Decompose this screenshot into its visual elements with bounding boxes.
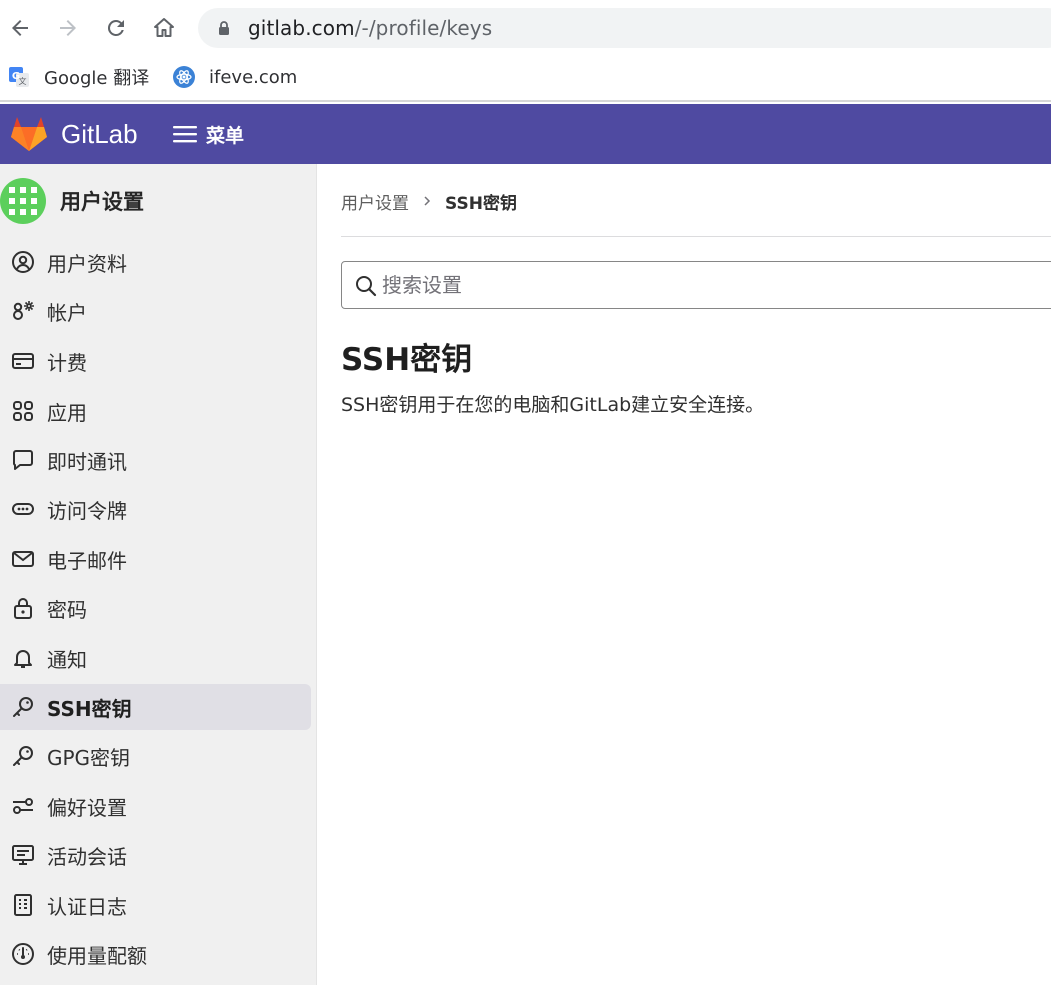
envelope-icon <box>12 551 34 567</box>
sidebar-item-gpg-keys[interactable]: GPG密钥 <box>0 733 311 779</box>
reload-icon <box>107 19 124 36</box>
gitlab-header: GitLab 菜单 <box>0 104 1051 164</box>
browser-toolbar: gitlab.com/-/profile/keys <box>0 0 1051 56</box>
address-bar[interactable]: gitlab.com/-/profile/keys <box>198 8 1051 48</box>
bell-icon <box>14 650 32 668</box>
avatar <box>0 178 46 224</box>
sidebar-item-label: 认证日志 <box>47 894 127 919</box>
account-gear-icon <box>13 301 34 320</box>
monitor-icon <box>12 845 34 865</box>
sidebar-item-profile[interactable]: 用户资料 <box>0 239 311 285</box>
lock-icon <box>14 598 32 619</box>
breadcrumb-divider <box>341 236 1051 237</box>
sidebar-item-ssh-keys[interactable]: SSH密钥 <box>0 684 311 730</box>
google-translate-icon: G 文 <box>9 67 29 87</box>
sidebar-item-label: GPG密钥 <box>47 745 131 770</box>
sidebar-title: 用户设置 <box>60 190 144 214</box>
credit-card-icon <box>12 353 34 369</box>
bookmark-google-translate[interactable]: G 文 Google 翻译 <box>8 64 149 90</box>
key-icon <box>13 746 33 766</box>
breadcrumb: 用户设置 SSH密钥 <box>341 188 517 214</box>
url-text: gitlab.com/-/profile/keys <box>248 16 492 40</box>
sidebar-item-billing[interactable]: 计费 <box>0 338 311 384</box>
gitlab-logo-icon[interactable] <box>10 116 48 152</box>
home-icon <box>154 18 174 37</box>
menu-button[interactable]: 菜单 <box>172 117 244 151</box>
sidebar-item-applications[interactable]: 应用 <box>0 388 311 434</box>
forward-arrow-icon <box>60 20 76 36</box>
home-button[interactable] <box>144 8 184 48</box>
settings-search-box[interactable] <box>341 261 1051 309</box>
breadcrumb-user-settings[interactable]: 用户设置 <box>341 189 409 214</box>
bookmark-label: Google 翻译 <box>44 68 150 89</box>
sidebar-item-label: 即时通讯 <box>47 449 127 474</box>
sidebar-item-label: 使用量配额 <box>47 943 147 968</box>
gauge-icon <box>12 943 34 965</box>
key-icon <box>13 697 33 717</box>
sidebar-item-account[interactable]: 帐户 <box>0 288 311 334</box>
sidebar-item-emails[interactable]: 电子邮件 <box>0 536 311 582</box>
user-circle-icon <box>12 251 34 273</box>
sidebar-item-label: 偏好设置 <box>47 795 127 820</box>
sidebar-item-label: 密码 <box>47 597 87 622</box>
breadcrumb-ssh-keys[interactable]: SSH密钥 <box>445 189 517 214</box>
sidebar-header[interactable]: 用户设置 <box>0 178 144 224</box>
hamburger-icon <box>173 126 197 143</box>
back-button[interactable] <box>0 8 40 48</box>
sidebar-item-label: 活动会话 <box>47 844 127 869</box>
main-content: 用户设置 SSH密钥 SSH密钥 SSH密钥用于在您的电脑和GitLab建立安全… <box>318 164 1051 985</box>
url-host: gitlab.com <box>248 16 355 40</box>
token-icon <box>12 503 34 515</box>
bookmarks-bar: G 文 Google 翻译 ifeve.com <box>0 56 1051 102</box>
sidebar-item-active-sessions[interactable]: 活动会话 <box>0 832 311 878</box>
reload-button[interactable] <box>96 8 136 48</box>
gitlab-brand-name[interactable]: GitLab <box>61 119 138 150</box>
sidebar-item-label: 应用 <box>47 400 87 425</box>
sidebar-item-label: 帐户 <box>47 300 87 325</box>
sidebar-item-label: SSH密钥 <box>47 696 132 721</box>
sidebar-item-label: 电子邮件 <box>47 548 127 573</box>
search-input[interactable] <box>382 268 1022 302</box>
sidebar-item-preferences[interactable]: 偏好设置 <box>0 783 311 829</box>
forward-button[interactable] <box>48 8 88 48</box>
sidebar-item-label: 用户资料 <box>47 251 127 276</box>
lock-icon <box>219 21 229 35</box>
chat-bubble-icon <box>12 450 33 470</box>
preferences-icon <box>13 798 33 814</box>
bookmark-ifeve[interactable]: ifeve.com <box>173 64 297 90</box>
sidebar-item-label: 访问令牌 <box>47 498 127 523</box>
page-title: SSH密钥 <box>341 342 473 378</box>
page-description: SSH密钥用于在您的电脑和GitLab建立安全连接。 <box>341 394 765 416</box>
log-list-icon <box>14 894 32 916</box>
sidebar-item-access-tokens[interactable]: 访问令牌 <box>0 486 311 532</box>
sidebar-item-label: 通知 <box>47 647 87 672</box>
atom-icon <box>173 66 195 88</box>
url-path: /-/profile/keys <box>354 16 493 40</box>
applications-grid-icon <box>13 401 33 421</box>
sidebar-item-chat[interactable]: 即时通讯 <box>0 437 311 483</box>
sidebar-item-notifications[interactable]: 通知 <box>0 635 311 681</box>
bookmark-label: ifeve.com <box>209 66 298 88</box>
search-icon <box>356 276 377 297</box>
menu-label: 菜单 <box>206 124 245 147</box>
sidebar-item-usage-quotas[interactable]: 使用量配额 <box>0 931 311 977</box>
settings-sidebar: 用户设置 用户资料 帐户 计费 应用 即时通讯 访问令牌 电子邮件 密码 通知 … <box>0 164 317 985</box>
chevron-right-icon <box>424 196 431 206</box>
back-arrow-icon <box>12 20 28 36</box>
sidebar-item-password[interactable]: 密码 <box>0 585 311 631</box>
svg-text:文: 文 <box>19 76 27 86</box>
sidebar-item-auth-log[interactable]: 认证日志 <box>0 882 311 928</box>
sidebar-item-label: 计费 <box>47 350 87 375</box>
